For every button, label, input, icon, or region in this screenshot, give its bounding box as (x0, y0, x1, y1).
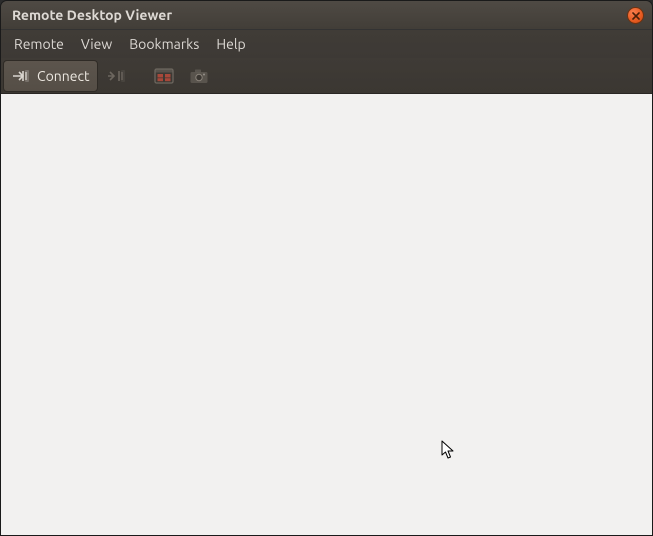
menu-help[interactable]: Help (208, 33, 253, 55)
close-button[interactable] (627, 7, 644, 24)
cursor-icon (441, 440, 455, 460)
toolbar: Connect (1, 58, 652, 94)
screenshot-button (182, 60, 216, 92)
disconnect-icon (106, 66, 126, 86)
menu-view[interactable]: View (73, 33, 120, 55)
connect-button[interactable]: Connect (3, 60, 98, 92)
fullscreen-icon (154, 66, 174, 86)
content-area (1, 94, 652, 535)
fullscreen-button (147, 60, 181, 92)
window-title: Remote Desktop Viewer (12, 7, 172, 23)
titlebar[interactable]: Remote Desktop Viewer (1, 1, 652, 30)
menu-remote[interactable]: Remote (6, 33, 72, 55)
connect-label: Connect (37, 68, 90, 84)
menubar: Remote View Bookmarks Help (1, 30, 652, 58)
close-icon (632, 12, 640, 20)
disconnect-button (99, 60, 133, 92)
window-frame: Remote Desktop Viewer Remote View Bookma… (0, 0, 653, 536)
connect-icon (11, 66, 31, 86)
camera-icon (189, 66, 209, 86)
menu-bookmarks[interactable]: Bookmarks (121, 33, 207, 55)
